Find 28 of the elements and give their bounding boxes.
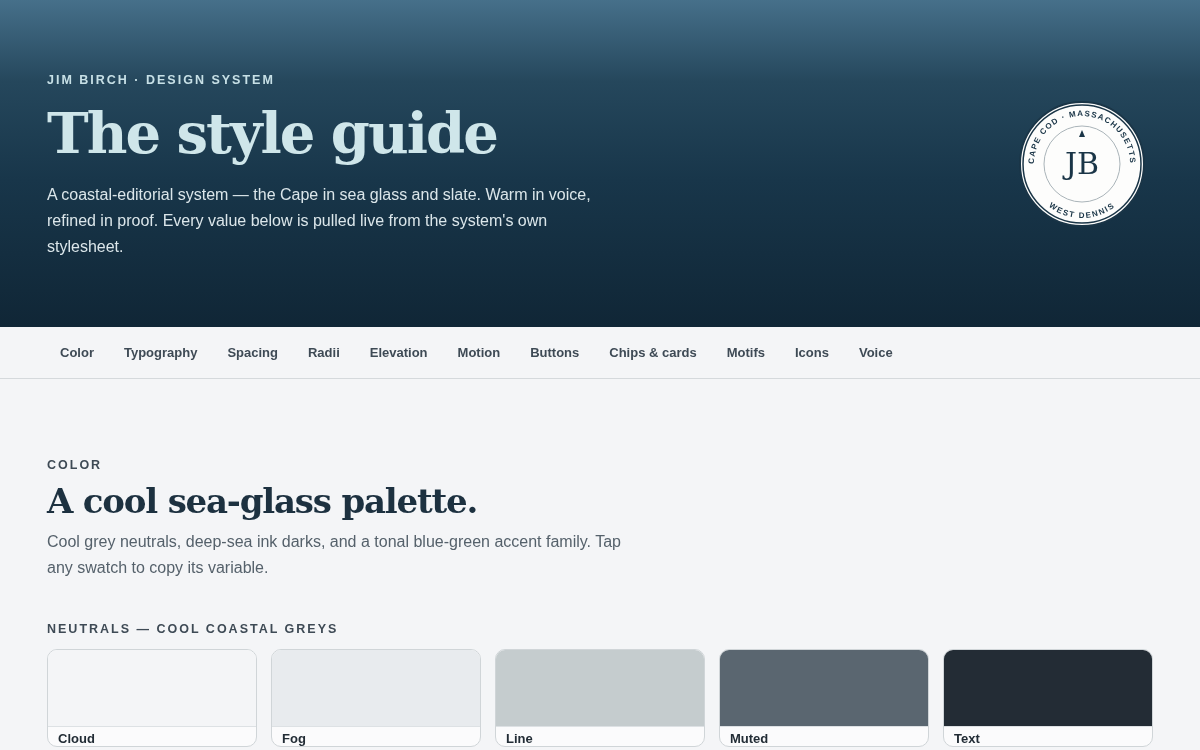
nav-link[interactable]: Elevation — [356, 339, 441, 366]
swatch-name: Text — [954, 731, 980, 746]
eyebrow-label: JIM BIRCH · DESIGN SYSTEM — [47, 73, 275, 87]
nav-link[interactable]: Motion — [444, 339, 514, 366]
section-description: Cool grey neutrals, deep-sea ink darks, and a tonal blue-green accent family. Tap any swatch to copy its variable. — [47, 532, 622, 578]
nav-link[interactable]: Chips & cards — [596, 339, 710, 366]
swatch-card[interactable]: Fog — [271, 649, 481, 747]
nav-link[interactable]: Buttons — [517, 339, 593, 366]
section-title: A cool sea-glass palette. — [47, 481, 477, 521]
swatch-name: Fog — [282, 731, 306, 746]
group-label: NEUTRALS — COOL COASTAL GREYS — [47, 622, 339, 636]
nav-link[interactable]: Spacing — [214, 339, 291, 366]
swatch-card[interactable]: Muted — [719, 649, 929, 747]
swatch-name: Line — [506, 731, 533, 746]
swatch-card[interactable]: Text — [943, 649, 1153, 747]
nav-link[interactable]: Typography — [110, 339, 211, 366]
page-title: The style guide — [47, 100, 497, 166]
nav-link[interactable]: Motifs — [713, 339, 778, 366]
nav-link[interactable]: Icons — [781, 339, 842, 366]
swatch-name: Cloud — [58, 731, 95, 746]
nav-link[interactable]: Voice — [845, 339, 906, 366]
swatch-name: Muted — [730, 731, 769, 746]
swatch-card[interactable]: Line — [495, 649, 705, 747]
nav-link[interactable]: Radii — [294, 339, 353, 366]
section-eyebrow: COLOR — [47, 458, 103, 472]
hero-description: A coastal-editorial system — the Cape in sea glass and slate. Warm in voice, refined in proof. Every value below is pulled live from the system's own stylesheet. — [47, 185, 592, 257]
nav-link[interactable]: Color — [47, 339, 107, 366]
swatch-card[interactable]: Cloud — [47, 649, 257, 747]
